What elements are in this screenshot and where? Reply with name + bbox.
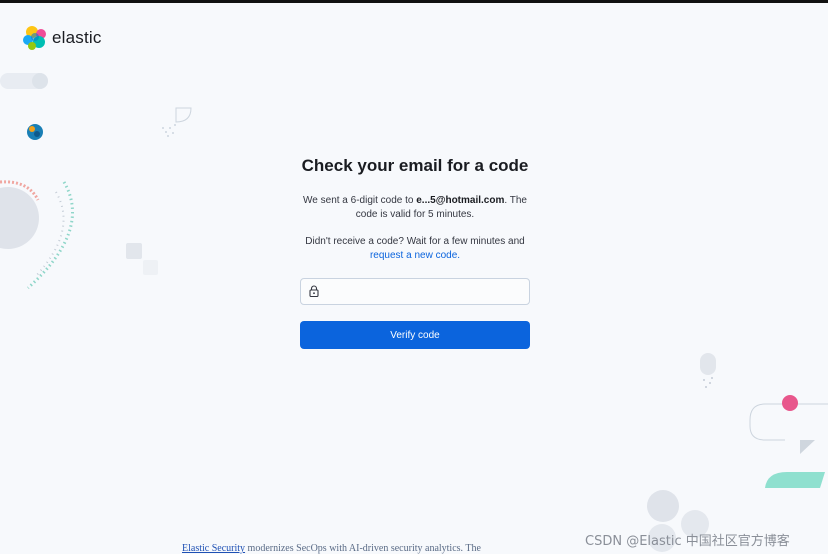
decor-left-sphere <box>0 180 74 290</box>
resend-prefix: Didn't receive a code? Wait for a few mi… <box>305 236 525 247</box>
code-sent-message: We sent a 6-digit code to e...5@hotmail.… <box>300 194 530 222</box>
request-new-code-link[interactable]: request a new code. <box>370 250 460 261</box>
masked-email: e...5@hotmail.com <box>416 195 505 206</box>
code-sent-prefix: We sent a 6-digit code to <box>303 195 417 206</box>
decor-globe-dot <box>27 124 43 140</box>
top-edge-bar <box>0 0 828 3</box>
background-page-text: Elastic Security modernizes SecOps with … <box>182 543 481 554</box>
background-body-text: modernizes SecOps with AI-driven securit… <box>245 543 481 554</box>
decor-quarter-shape <box>162 107 192 137</box>
verify-code-button[interactable]: Verify code <box>300 321 530 349</box>
verification-panel: Check your email for a code We sent a 6-… <box>300 156 530 276</box>
page-title: Check your email for a code <box>301 156 529 175</box>
decor-capsule <box>700 353 716 388</box>
brand-name: elastic <box>52 28 102 47</box>
code-field[interactable] <box>300 278 530 305</box>
decor-right-cluster <box>749 395 828 488</box>
watermark: CSDN @Elastic 中国社区官方博客 <box>585 534 790 549</box>
resend-message: Didn't receive a code? Wait for a few mi… <box>300 235 530 263</box>
elastic-logo[interactable]: elastic <box>22 25 102 51</box>
elastic-logo-icon <box>23 26 46 50</box>
decor-squares <box>126 243 158 275</box>
code-input[interactable] <box>327 279 523 304</box>
lock-icon <box>309 285 319 297</box>
decor-pill-shape <box>0 73 48 89</box>
background-link-text: Elastic Security <box>182 543 246 554</box>
